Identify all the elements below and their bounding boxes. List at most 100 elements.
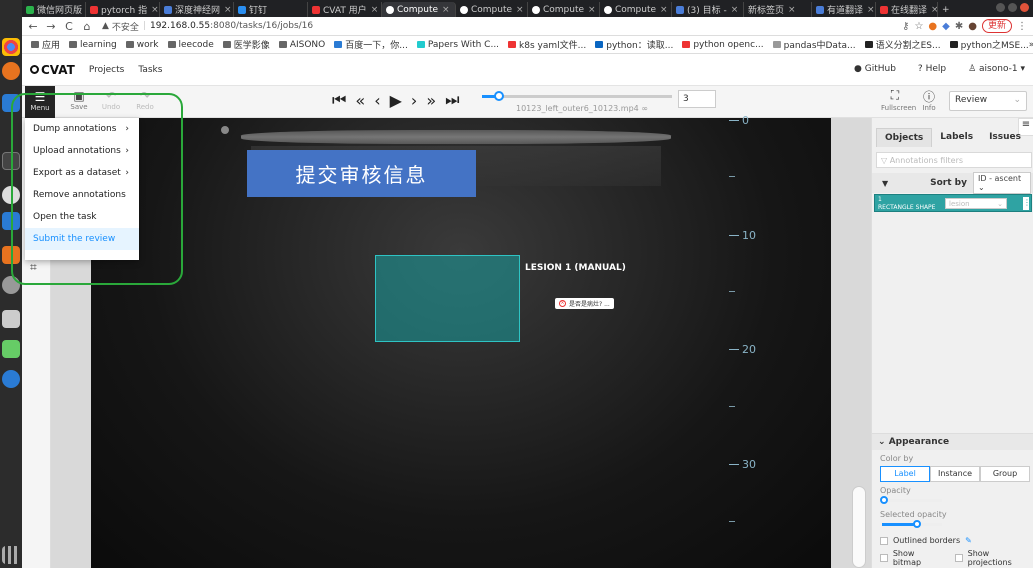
nav-tasks[interactable]: Tasks — [138, 65, 162, 75]
browser-tab[interactable]: pytorch 指 × — [86, 2, 160, 17]
maximize-icon[interactable] — [1008, 3, 1017, 12]
bookmark-item[interactable]: k8s yaml文件... — [508, 38, 586, 51]
help-icon[interactable] — [2, 370, 20, 388]
bookmark-item[interactable]: AISONO — [278, 40, 325, 50]
bookmark-item[interactable]: learning — [69, 40, 117, 50]
user-menu[interactable]: ♙ aisono-1 ▾ — [968, 64, 1025, 74]
browser-tab[interactable]: 有道翻译 × — [812, 2, 876, 17]
new-tab-button[interactable]: + — [938, 2, 954, 17]
image-canvas[interactable]: 提交审核信息 LESION 1 (MANUAL) × 是否是病灶? ... 0 1… — [91, 114, 831, 568]
close-tab-icon[interactable]: × — [931, 5, 937, 15]
forward-icon[interactable]: → — [44, 20, 58, 33]
browser-tab[interactable]: 微信网页版× — [22, 2, 86, 17]
back-icon[interactable]: ← — [26, 20, 40, 33]
fast-forward-icon[interactable]: » — [426, 91, 436, 110]
close-tab-icon[interactable]: × — [224, 5, 232, 15]
opacity-slider[interactable] — [880, 496, 942, 504]
annotations-filter-input[interactable]: ▽ Annotations filters — [876, 152, 1032, 168]
bookmark-item[interactable]: python：读取... — [595, 38, 673, 51]
frame-slider-handle[interactable] — [494, 91, 505, 101]
workspace-select[interactable]: Review ⌄ — [949, 91, 1027, 111]
close-tab-icon[interactable]: × — [371, 5, 379, 15]
browser-tab[interactable]: 深度神经网 × — [160, 2, 234, 17]
last-frame-icon[interactable]: ⏭ — [445, 90, 459, 110]
color-by-group[interactable]: Group — [980, 466, 1030, 482]
close-tab-icon[interactable]: × — [516, 5, 524, 15]
firefox-icon[interactable] — [2, 62, 20, 80]
opacity-slider-handle[interactable] — [880, 496, 888, 504]
selected-opacity-slider[interactable] — [882, 520, 942, 528]
browser-tab[interactable]: (3) 目标 - × — [672, 2, 744, 17]
tab-objects[interactable]: Objects — [876, 128, 933, 147]
sort-select[interactable]: ID - ascent ⌄ — [973, 172, 1031, 194]
color-by-instance[interactable]: Instance — [930, 466, 980, 482]
object-menu-icon[interactable]: ⋮ — [1023, 197, 1031, 210]
browser-tab[interactable]: Compute × — [528, 2, 600, 17]
next-frame-icon[interactable]: › — [411, 91, 417, 110]
bookmark-item[interactable]: pandas中Data... — [772, 38, 856, 51]
bookmark-item[interactable]: 医学影像 — [222, 38, 270, 51]
puzzle-icon[interactable]: ✱ — [955, 21, 963, 32]
close-tab-icon[interactable]: × — [151, 5, 159, 15]
bookmark-item[interactable]: 百度一下，你... — [334, 38, 408, 51]
color-by-label[interactable]: Label — [880, 466, 930, 482]
tab-labels[interactable]: Labels — [932, 128, 981, 147]
browser-tab-active[interactable]: Compute × — [382, 2, 456, 17]
extension-icon[interactable]: ● — [928, 21, 937, 32]
star-icon[interactable]: ☆ — [914, 21, 923, 32]
close-tab-icon[interactable]: × — [731, 5, 739, 15]
tab-issues[interactable]: Issues — [981, 128, 1029, 147]
close-tab-icon[interactable]: × — [867, 5, 875, 15]
more-bookmarks-icon[interactable]: » — [1029, 40, 1033, 50]
show-bitmap-checkbox[interactable]: Show bitmap Show projections — [880, 549, 1033, 567]
selected-opacity-slider-handle[interactable] — [913, 520, 921, 528]
object-label-select[interactable]: lesion ⌄ — [945, 198, 1007, 209]
checkbox-icon[interactable] — [954, 554, 963, 562]
browser-tab[interactable]: 新标签页 × — [744, 2, 812, 17]
appearance-header[interactable]: ⌄ Appearance — [872, 434, 1033, 450]
frame-number-input[interactable]: 3 — [678, 90, 716, 108]
close-window-icon[interactable] — [1020, 3, 1029, 12]
github-link[interactable]: ● GitHub — [854, 64, 896, 74]
outlined-borders-checkbox[interactable]: Outlined borders ✎ — [880, 536, 1033, 545]
close-tab-icon[interactable]: × — [660, 5, 668, 15]
key-icon[interactable]: ⚷ — [902, 21, 909, 32]
play-icon[interactable]: ▶ — [390, 91, 402, 110]
calculator-icon[interactable] — [2, 340, 20, 358]
collapse-all-icon[interactable]: ▼ — [882, 179, 888, 188]
reload-icon[interactable]: C — [62, 20, 76, 33]
bookmark-item[interactable]: python之MSE... — [949, 38, 1029, 51]
chrome-icon[interactable] — [2, 38, 20, 56]
bookmark-item[interactable]: python openc... — [682, 40, 764, 50]
browser-tab[interactable]: 在线翻译 × — [876, 2, 938, 17]
profile-avatar[interactable]: ● — [968, 21, 977, 32]
show-projections-label[interactable]: Show projections — [968, 549, 1033, 567]
cvat-logo[interactable]: CVAT — [30, 63, 75, 77]
app-grid-icon[interactable] — [2, 546, 20, 564]
link-icon[interactable]: ∞ — [641, 104, 648, 113]
close-tab-icon[interactable]: × — [588, 5, 596, 15]
browser-tab[interactable]: Compute × — [600, 2, 672, 17]
object-item[interactable]: 1 RECTANGLE SHAPE lesion ⌄ ⋮ — [874, 194, 1032, 212]
bookmark-item[interactable]: 应用 — [31, 38, 60, 51]
fast-backward-icon[interactable]: « — [355, 91, 365, 110]
bookmark-item[interactable]: Papers With C... — [416, 40, 499, 50]
bookmark-item[interactable]: work — [125, 40, 159, 50]
pencil-icon[interactable]: ✎ — [965, 536, 972, 545]
first-frame-icon[interactable]: ⏮ — [332, 90, 346, 110]
fullscreen-button[interactable]: ⛶ Fullscreen — [881, 88, 916, 112]
browser-tab[interactable]: 钉钉 — [234, 2, 308, 17]
help-link[interactable]: ? Help — [918, 64, 946, 74]
zoom-scroll-control[interactable] — [852, 486, 866, 568]
url-field[interactable]: ▲ 不安全 | 192.168.0.55:8080/tasks/16/jobs/… — [102, 20, 313, 33]
nav-projects[interactable]: Projects — [89, 65, 124, 75]
bookmark-item[interactable]: leecode — [167, 40, 214, 50]
screenshot-icon[interactable] — [2, 310, 20, 328]
info-button[interactable]: ⓘ Info — [915, 88, 943, 112]
bookmark-item[interactable]: 语义分割之ES... — [864, 38, 941, 51]
frame-slider[interactable] — [482, 91, 672, 101]
more-icon[interactable]: ⋮ — [1017, 21, 1027, 32]
issue-tag[interactable]: × 是否是病灶? ... — [555, 298, 614, 309]
browser-tab[interactable]: CVAT 用户 × — [308, 2, 382, 17]
bounding-box[interactable] — [375, 255, 520, 342]
